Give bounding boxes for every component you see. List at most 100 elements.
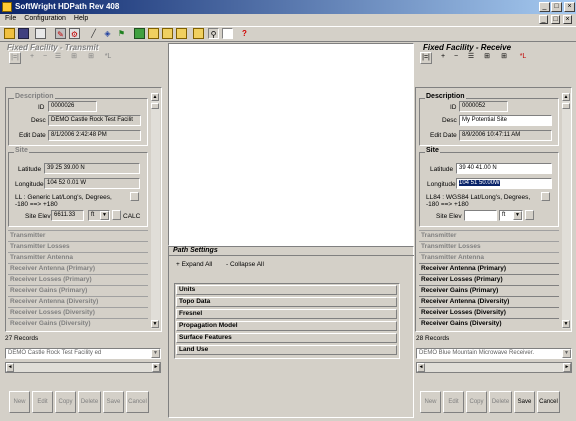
left-record-combo[interactable]: DEMO Castle Rock Test Facility ed ▼ — [5, 348, 161, 359]
tool-icon[interactable]: ⚙ — [69, 28, 80, 39]
left-calc-button[interactable]: CALC — [123, 213, 140, 220]
left-toolbar-add[interactable]: + — [26, 52, 38, 64]
left-longitude-field[interactable]: 104 52 0.01 W — [44, 178, 140, 189]
chevron-down-icon[interactable]: ▼ — [151, 349, 160, 358]
right-elev-field[interactable] — [464, 210, 497, 221]
right-hscrollbar[interactable]: ◄ ► — [416, 362, 572, 373]
path-setting-units[interactable]: Units — [176, 285, 397, 295]
right-toolbar-lock[interactable]: *L — [517, 52, 529, 64]
right-scrollbar[interactable]: ▲ ▼ — [562, 93, 571, 329]
left-elev-button[interactable] — [112, 210, 121, 220]
flag-icon[interactable]: ⚑ — [116, 28, 127, 39]
open-icon[interactable] — [4, 28, 15, 39]
save-icon[interactable] — [18, 28, 29, 39]
ruler-icon[interactable]: ╱ — [88, 28, 99, 39]
path-setting-fresnel[interactable]: Fresnel — [176, 309, 397, 319]
right-datum-button[interactable] — [541, 192, 550, 201]
left-section-transmitter-losses[interactable]: Transmitter Losses — [8, 241, 148, 251]
left-toolbar-grid2[interactable]: ⊞ — [85, 52, 97, 64]
right-unit-select[interactable]: ft ▼ — [499, 210, 523, 221]
expand-all-link[interactable]: + Expand All — [176, 261, 212, 268]
right-section-rx-gains-primary[interactable]: Receiver Gains (Primary) — [419, 285, 559, 295]
compass-icon[interactable]: ◈ — [102, 28, 113, 39]
right-section-rx-gains-diversity[interactable]: Receiver Gains (Diversity) — [419, 318, 559, 328]
help-icon[interactable]: ? — [239, 28, 250, 39]
right-toolbar-grid2[interactable]: ⊞ — [498, 52, 510, 64]
collapse-all-link[interactable]: - Collapse All — [226, 261, 264, 268]
left-toolbar-remove[interactable]: − — [39, 52, 51, 64]
path-setting-propagation-model[interactable]: Propagation Model — [176, 321, 397, 331]
right-edit-button[interactable]: Edit — [443, 391, 464, 413]
left-toolbar-list[interactable]: ☰ — [52, 52, 64, 64]
left-elev-field[interactable]: 6611.33 — [51, 210, 84, 221]
left-section-rx-losses-primary[interactable]: Receiver Losses (Primary) — [8, 274, 148, 284]
left-toolbar-lock[interactable]: *L — [102, 52, 114, 64]
right-cancel-button[interactable]: Cancel — [537, 391, 560, 413]
map-icon[interactable] — [134, 28, 145, 39]
left-unit-select[interactable]: ft ▼ — [88, 210, 110, 221]
left-save-button[interactable]: Save — [103, 391, 124, 413]
minimize-button[interactable]: _ — [539, 2, 550, 12]
right-latitude-field[interactable]: 39 40 41.00 N — [456, 163, 552, 174]
path-setting-surface-features[interactable]: Surface Features — [176, 333, 397, 343]
left-copy-button[interactable]: Copy — [55, 391, 76, 413]
left-section-rx-gains-diversity[interactable]: Receiver Gains (Diversity) — [8, 318, 148, 328]
path-setting-land-use[interactable]: Land Use — [176, 345, 397, 355]
scroll-left-icon[interactable]: ◄ — [417, 363, 425, 372]
scroll-left-icon[interactable]: ◄ — [6, 363, 14, 372]
document-icon[interactable] — [222, 28, 233, 39]
right-section-rx-antenna-primary[interactable]: Receiver Antenna (Primary) — [419, 263, 559, 273]
left-delete-button[interactable]: Delete — [78, 391, 101, 413]
left-scroll-thumb[interactable] — [151, 103, 159, 109]
chevron-down-icon[interactable]: ▼ — [562, 349, 571, 358]
inner-close-button[interactable]: × — [563, 15, 572, 24]
print-icon[interactable] — [35, 28, 46, 39]
scroll-up-icon[interactable]: ▲ — [151, 93, 159, 101]
left-cancel-button[interactable]: Cancel — [126, 391, 149, 413]
left-edit-button[interactable]: Edit — [32, 391, 53, 413]
left-id-field[interactable]: 0000026 — [48, 101, 97, 112]
right-copy-button[interactable]: Copy — [466, 391, 487, 413]
right-id-field[interactable]: 0000052 — [459, 101, 508, 112]
scroll-down-icon[interactable]: ▼ — [562, 320, 570, 328]
left-new-button[interactable]: New — [9, 391, 30, 413]
inner-restore-button[interactable]: □ — [551, 15, 560, 24]
right-section-rx-losses-primary[interactable]: Receiver Losses (Primary) — [419, 274, 559, 284]
folder-icon[interactable] — [193, 28, 204, 39]
right-section-transmitter-losses[interactable]: Transmitter Losses — [419, 241, 559, 251]
right-record-combo[interactable]: DEMO Blue Mountain Microwave Receiver. ▼ — [416, 348, 572, 359]
left-section-transmitter[interactable]: Transmitter — [8, 230, 148, 240]
maximize-button[interactable]: □ — [551, 2, 562, 12]
right-toolbar-add[interactable]: + — [437, 52, 449, 64]
path-profile-canvas[interactable] — [168, 43, 414, 246]
left-latitude-field[interactable]: 39 25 39.00 N — [44, 163, 140, 174]
left-toolbar-first[interactable]: |=| — [9, 52, 21, 64]
left-section-transmitter-antenna[interactable]: Transmitter Antenna — [8, 252, 148, 262]
right-desc-field[interactable]: My Potential Site — [459, 115, 552, 126]
right-section-transmitter[interactable]: Transmitter — [419, 230, 559, 240]
path-setting-topo-data[interactable]: Topo Data — [176, 297, 397, 307]
left-datum-button[interactable] — [130, 192, 139, 201]
right-section-transmitter-antenna[interactable]: Transmitter Antenna — [419, 252, 559, 262]
right-toolbar-list[interactable]: ☰ — [465, 52, 477, 64]
menu-configuration[interactable]: Configuration — [20, 14, 70, 22]
left-desc-field[interactable]: DEMO Castle Rock Test Facilit — [48, 115, 141, 126]
close-button[interactable]: × — [564, 2, 575, 12]
chevron-down-icon[interactable]: ▼ — [513, 211, 522, 220]
left-section-rx-antenna-primary[interactable]: Receiver Antenna (Primary) — [8, 263, 148, 273]
right-save-button[interactable]: Save — [514, 391, 535, 413]
menu-help[interactable]: Help — [70, 14, 92, 22]
right-section-rx-antenna-diversity[interactable]: Receiver Antenna (Diversity) — [419, 296, 559, 306]
menu-file[interactable]: File — [0, 14, 20, 22]
right-delete-button[interactable]: Delete — [489, 391, 512, 413]
left-section-rx-losses-diversity[interactable]: Receiver Losses (Diversity) — [8, 307, 148, 317]
scroll-up-icon[interactable]: ▲ — [562, 93, 570, 101]
scroll-right-icon[interactable]: ► — [152, 363, 160, 372]
folder-icon[interactable] — [176, 28, 187, 39]
scroll-right-icon[interactable]: ► — [563, 363, 571, 372]
left-section-rx-gains-primary[interactable]: Receiver Gains (Primary) — [8, 285, 148, 295]
right-section-rx-losses-diversity[interactable]: Receiver Losses (Diversity) — [419, 307, 559, 317]
right-toolbar-grid1[interactable]: ⊞ — [481, 52, 493, 64]
folder-icon[interactable] — [162, 28, 173, 39]
left-toolbar-grid1[interactable]: ⊞ — [68, 52, 80, 64]
